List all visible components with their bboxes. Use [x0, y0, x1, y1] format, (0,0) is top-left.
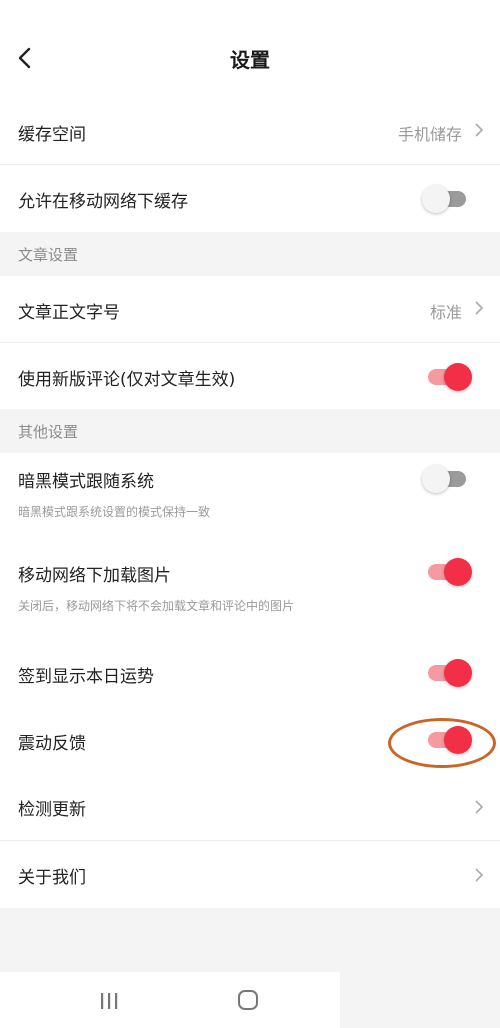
check-update-row[interactable]: 检测更新	[0, 773, 500, 840]
load-images-label: 移动网络下加载图片	[18, 566, 171, 586]
section-title: 文章设置	[18, 246, 79, 264]
section-header-article: 文章设置	[0, 232, 500, 276]
check-update-label: 检测更新	[18, 800, 86, 820]
font-size-value: 标准	[429, 303, 462, 322]
section-header-other: 其他设置	[0, 409, 500, 453]
font-size-row[interactable]: 文章正文字号 标准	[0, 276, 500, 342]
about-row[interactable]: 关于我们	[0, 841, 500, 908]
storage-label: 缓存空间	[18, 125, 86, 145]
mobile-cache-row: 允许在移动网络下缓存	[0, 165, 500, 232]
chevron-right-icon	[475, 123, 484, 137]
dark-mode-description: 暗黑模式跟系统设置的模式保持一致	[18, 505, 211, 519]
storage-value: 手机储存	[397, 125, 462, 144]
page-title: 设置	[230, 48, 270, 72]
dark-mode-row: 暗黑模式跟随系统 暗黑模式跟系统设置的模式保持一致	[0, 453, 500, 539]
chevron-right-icon	[475, 301, 484, 315]
recent-apps-icon[interactable]	[99, 992, 119, 1010]
toggle-knob	[422, 185, 450, 213]
new-comments-label: 使用新版评论(仅对文章生效)	[18, 370, 236, 390]
new-comments-toggle[interactable]	[428, 363, 472, 391]
vibration-row: 震动反馈	[0, 707, 500, 773]
checkin-fortune-label: 签到显示本日运势	[18, 667, 154, 687]
toggle-knob	[422, 465, 450, 493]
font-size-label: 文章正文字号	[18, 303, 120, 323]
toggle-knob	[444, 558, 472, 586]
mobile-cache-label: 允许在移动网络下缓存	[18, 192, 188, 212]
toggle-knob	[444, 659, 472, 687]
dark-mode-label: 暗黑模式跟随系统	[18, 472, 154, 492]
dark-mode-toggle[interactable]	[422, 465, 466, 493]
about-label: 关于我们	[18, 868, 86, 888]
toggle-knob	[444, 363, 472, 391]
chevron-right-icon	[475, 868, 484, 882]
section-title: 其他设置	[18, 423, 79, 441]
load-images-toggle[interactable]	[428, 558, 472, 586]
toggle-knob	[444, 726, 472, 754]
storage-row[interactable]: 缓存空间 手机储存	[0, 98, 500, 164]
checkin-fortune-toggle[interactable]	[428, 659, 472, 687]
system-nav-bar	[0, 972, 340, 1028]
home-button-icon[interactable]	[238, 990, 258, 1010]
vibration-toggle[interactable]	[428, 726, 472, 754]
mobile-cache-toggle[interactable]	[422, 185, 466, 213]
new-comments-row: 使用新版评论(仅对文章生效)	[0, 343, 500, 409]
load-images-row: 移动网络下加载图片 关闭后，移动网络下将不会加载文章和评论中的图片	[0, 539, 500, 637]
load-images-description: 关闭后，移动网络下将不会加载文章和评论中的图片	[18, 599, 295, 613]
vibration-label: 震动反馈	[18, 734, 86, 754]
chevron-right-icon	[475, 800, 484, 814]
checkin-fortune-row: 签到显示本日运势	[0, 637, 500, 707]
